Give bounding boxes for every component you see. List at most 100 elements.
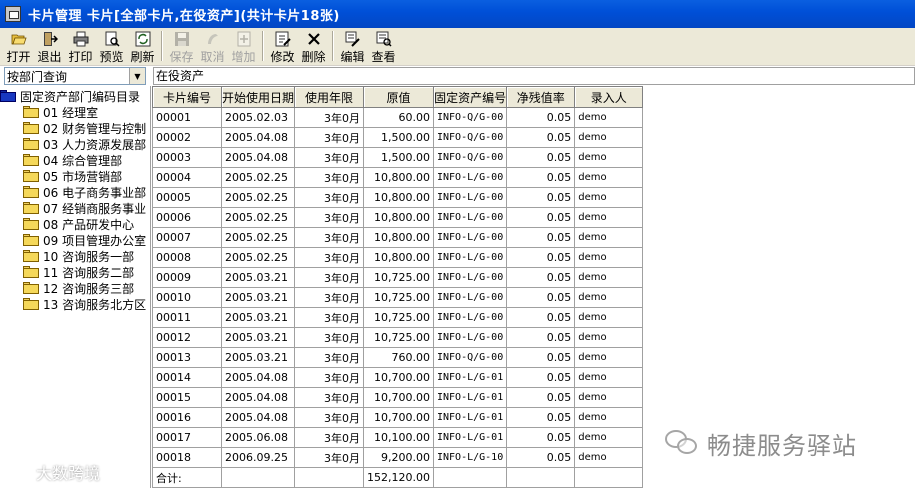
- cell-residual-rate: 0.05: [506, 167, 576, 188]
- exit-button[interactable]: 退出: [34, 28, 65, 64]
- cell-original-value: 10,700.00: [363, 387, 434, 408]
- column-header-start-date[interactable]: 开始使用日期: [220, 86, 296, 108]
- cell-card-no: 00002: [152, 127, 222, 148]
- cell-service-life: 3年0月: [294, 207, 365, 228]
- table-row[interactable]: 00014 2005.04.08 3年0月 10,700.00 INFO-L/G-01 0…: [152, 367, 644, 388]
- table-row[interactable]: 00007 2005.02.25 3年0月 10,800.00 INFO-L/G-00 0…: [152, 227, 644, 248]
- add-button-label: 增加: [231, 50, 256, 64]
- delete-button[interactable]: 删除: [298, 28, 329, 64]
- table-row[interactable]: 00013 2005.03.21 3年0月 760.00 INFO-Q/G-00 0.05…: [152, 347, 644, 368]
- tree-item-department[interactable]: 05 市场营销部: [0, 168, 150, 184]
- cell-start-date: 2005.03.21: [220, 287, 296, 308]
- column-header-asset-code[interactable]: 固定资产编号: [432, 86, 508, 108]
- view-button[interactable]: 查看: [368, 28, 399, 64]
- cell-service-life: 3年0月: [294, 227, 365, 248]
- folder-icon: [23, 250, 39, 262]
- edit-icon: [275, 31, 291, 47]
- total-empty-cell: [294, 467, 365, 488]
- cell-entered-by: demo: [574, 287, 644, 308]
- table-row[interactable]: 00002 2005.04.08 3年0月 1,500.00 INFO-Q/G-00 0.…: [152, 127, 644, 148]
- edit-button[interactable]: 编辑: [337, 28, 368, 64]
- print-button[interactable]: 打印: [65, 28, 96, 64]
- table-row[interactable]: 00018 2006.09.25 3年0月 9,200.00 INFO-L/G-10 0.…: [152, 447, 644, 468]
- cell-card-no: 00013: [152, 347, 222, 368]
- cell-entered-by: demo: [574, 367, 644, 388]
- tree-item-department[interactable]: 07 经销商服务事业: [0, 200, 150, 216]
- column-header-residual-rate[interactable]: 净残值率: [506, 86, 576, 108]
- column-header-card-no[interactable]: 卡片编号: [152, 86, 222, 108]
- query-mode-dropdown[interactable]: 按部门查询 ▼: [4, 67, 146, 85]
- cell-entered-by: demo: [574, 107, 644, 128]
- chevron-down-icon[interactable]: ▼: [129, 68, 145, 84]
- tree-root[interactable]: 固定资产部门编码目录: [0, 88, 150, 104]
- cell-original-value: 10,800.00: [363, 187, 434, 208]
- tree-item-department[interactable]: 11 咨询服务二部: [0, 264, 150, 280]
- folder-icon: [23, 106, 39, 118]
- cell-residual-rate: 0.05: [506, 107, 576, 128]
- save-button[interactable]: 保存: [166, 28, 197, 64]
- cell-asset-code: INFO-Q/G-00: [432, 127, 508, 148]
- cell-card-no: 00018: [152, 447, 222, 468]
- table-row[interactable]: 00001 2005.02.03 3年0月 60.00 INFO-Q/G-00 0.05 d…: [152, 107, 644, 128]
- cell-entered-by: demo: [574, 407, 644, 428]
- cell-start-date: 2005.03.21: [220, 327, 296, 348]
- refresh-button[interactable]: 刷新: [127, 28, 158, 64]
- toolbar-separator: [332, 31, 334, 61]
- folder-icon: [23, 266, 39, 278]
- tree-item-department[interactable]: 03 人力资源发展部: [0, 136, 150, 152]
- tree-item-department[interactable]: 08 产品研发中心: [0, 216, 150, 232]
- cell-start-date: 2005.02.25: [220, 187, 296, 208]
- modify-button[interactable]: 修改: [267, 28, 298, 64]
- folder-icon: [23, 218, 39, 230]
- view-icon: [376, 31, 392, 47]
- cell-entered-by: demo: [574, 127, 644, 148]
- table-row[interactable]: 00012 2005.03.21 3年0月 10,725.00 INFO-L/G-00 0…: [152, 327, 644, 348]
- column-header-original-value[interactable]: 原值: [363, 86, 434, 108]
- tree-item-department[interactable]: 01 经理室: [0, 104, 150, 120]
- cell-entered-by: demo: [574, 147, 644, 168]
- table-row[interactable]: 00016 2005.04.08 3年0月 10,700.00 INFO-L/G-01 0…: [152, 407, 644, 428]
- table-row[interactable]: 00006 2005.02.25 3年0月 10,800.00 INFO-L/G-00 0…: [152, 207, 644, 228]
- table-row[interactable]: 00017 2005.06.08 3年0月 10,100.00 INFO-L/G-01 0…: [152, 427, 644, 448]
- cell-asset-code: INFO-Q/G-00: [432, 347, 508, 368]
- cell-card-no: 00007: [152, 227, 222, 248]
- add-button[interactable]: 增加: [228, 28, 259, 64]
- tree-item-department[interactable]: 12 咨询服务三部: [0, 280, 150, 296]
- tree-item-department[interactable]: 04 综合管理部: [0, 152, 150, 168]
- tree-item-department[interactable]: 02 财务管理与控制: [0, 120, 150, 136]
- tree-item-department[interactable]: 06 电子商务事业部: [0, 184, 150, 200]
- open-button[interactable]: 打开: [3, 28, 34, 64]
- app-icon: [5, 6, 21, 22]
- table-row[interactable]: 00005 2005.02.25 3年0月 10,800.00 INFO-L/G-00 0…: [152, 187, 644, 208]
- folder-icon: [23, 122, 39, 134]
- cell-start-date: 2005.02.25: [220, 207, 296, 228]
- tree-item-department[interactable]: 10 咨询服务一部: [0, 248, 150, 264]
- preview-button[interactable]: 预览: [96, 28, 127, 64]
- cell-start-date: 2005.03.21: [220, 267, 296, 288]
- column-header-service-life[interactable]: 使用年限: [294, 86, 365, 108]
- table-row[interactable]: 00008 2005.02.25 3年0月 10,800.00 INFO-L/G-00 0…: [152, 247, 644, 268]
- tree-item-department[interactable]: 09 项目管理办公室: [0, 232, 150, 248]
- cell-service-life: 3年0月: [294, 147, 365, 168]
- tree-item-label: 13 咨询服务北方区: [43, 297, 147, 312]
- edit-button-label: 编辑: [340, 50, 365, 64]
- folder-icon: [23, 186, 39, 198]
- table-row[interactable]: 00010 2005.03.21 3年0月 10,725.00 INFO-L/G-00 0…: [152, 287, 644, 308]
- tree-item-department[interactable]: 13 咨询服务北方区: [0, 296, 150, 312]
- table-row[interactable]: 00015 2005.04.08 3年0月 10,700.00 INFO-L/G-01 0…: [152, 387, 644, 408]
- table-row[interactable]: 00011 2005.03.21 3年0月 10,725.00 INFO-L/G-00 0…: [152, 307, 644, 328]
- cancel-button[interactable]: 取消: [197, 28, 228, 64]
- table-row[interactable]: 00004 2005.02.25 3年0月 10,800.00 INFO-L/G-00 0…: [152, 167, 644, 188]
- cancel-button-label: 取消: [200, 50, 225, 64]
- table-row[interactable]: 00009 2005.03.21 3年0月 10,725.00 INFO-L/G-00 0…: [152, 267, 644, 288]
- table-row[interactable]: 00003 2005.04.08 3年0月 1,500.00 INFO-Q/G-00 0.…: [152, 147, 644, 168]
- cell-original-value: 10,725.00: [363, 267, 434, 288]
- cell-original-value: 10,800.00: [363, 227, 434, 248]
- tree-item-label: 08 产品研发中心: [43, 217, 135, 232]
- column-header-entered-by[interactable]: 录入人: [574, 86, 644, 108]
- cell-start-date: 2005.04.08: [220, 127, 296, 148]
- folder-icon: [23, 138, 39, 150]
- tree-root-label: 固定资产部门编码目录: [20, 89, 141, 104]
- cell-entered-by: demo: [574, 267, 644, 288]
- watermark-left: 大数跨境: [8, 460, 100, 484]
